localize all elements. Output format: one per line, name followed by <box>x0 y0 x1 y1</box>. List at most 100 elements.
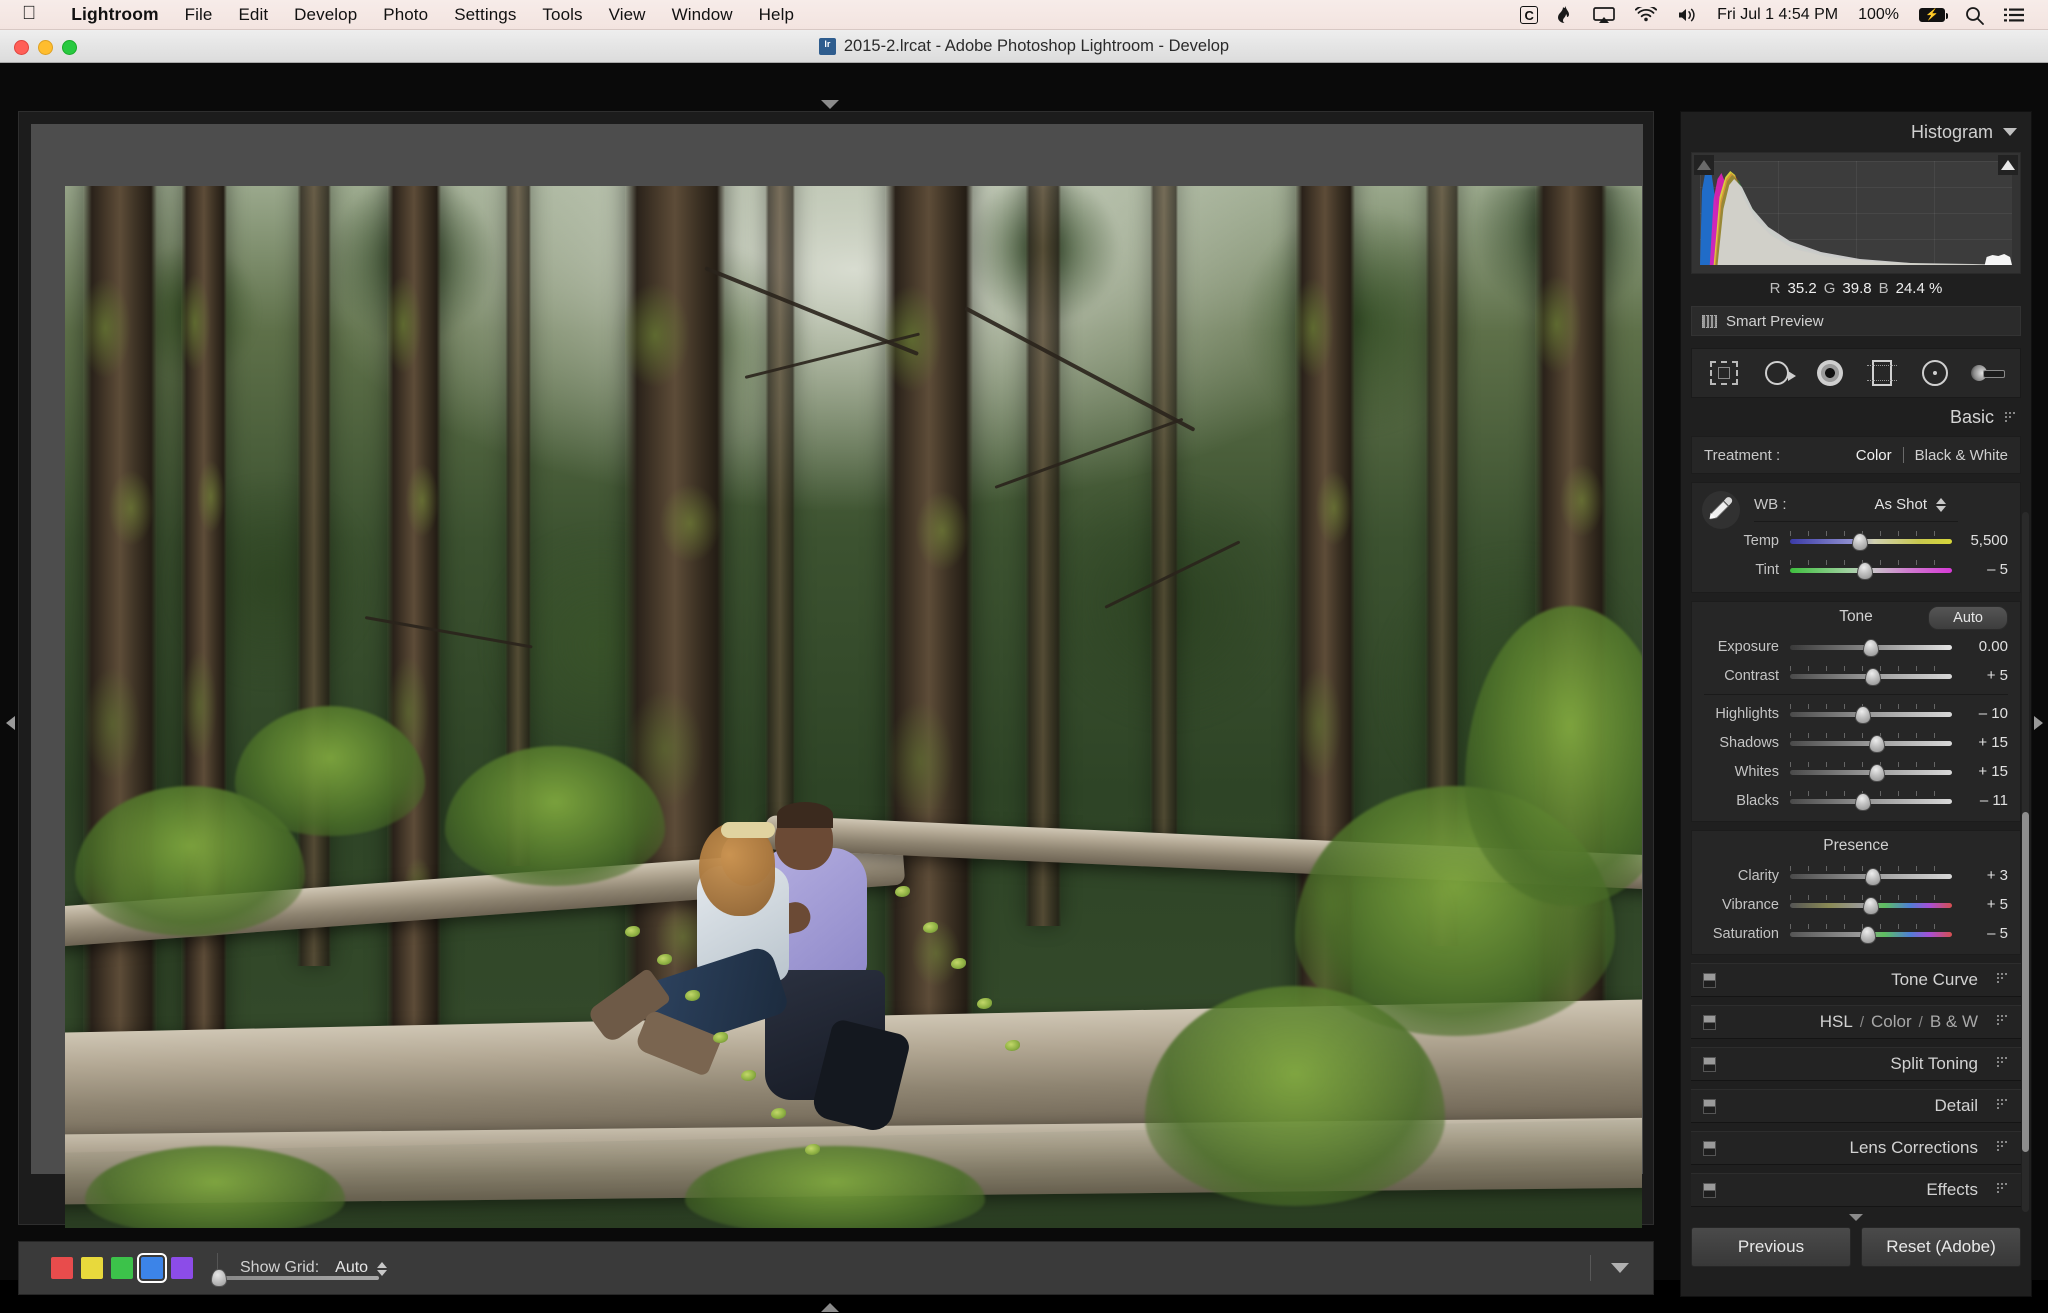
menu-item-tools[interactable]: Tools <box>529 5 595 25</box>
slider-vibrance[interactable]: Vibrance + 5 <box>1692 890 2020 919</box>
slider-shadows[interactable]: Shadows + 15 <box>1692 728 2020 757</box>
adjustment-brush-tool[interactable] <box>1969 356 2007 390</box>
slider-knob[interactable] <box>1856 561 1873 580</box>
slider-track-area[interactable] <box>1790 703 1952 724</box>
apple-logo-icon[interactable]:  <box>22 4 36 23</box>
slider-knob[interactable] <box>1864 667 1881 686</box>
panel-switch-icon[interactable] <box>1703 1098 1716 1114</box>
previous-button[interactable]: Previous <box>1691 1227 1851 1267</box>
slider-knob[interactable] <box>211 1269 227 1287</box>
slider-value[interactable]: + 15 <box>1952 763 2008 780</box>
slider-track-area[interactable] <box>1790 865 1952 886</box>
slider-knob[interactable] <box>1864 867 1881 886</box>
slider-saturation[interactable]: Saturation – 5 <box>1692 919 2020 948</box>
slider-temp[interactable]: Temp 5,500 <box>1692 526 2020 555</box>
histogram-widget[interactable] <box>1691 152 2021 274</box>
stepper-updown-icon[interactable] <box>377 1262 388 1276</box>
panel-detail[interactable]: Detail <box>1691 1089 2021 1123</box>
panel-switch-icon[interactable] <box>1703 1056 1716 1072</box>
swatch-yellow[interactable] <box>81 1257 103 1279</box>
panel-tone-curve[interactable]: Tone Curve <box>1691 963 2021 997</box>
slider-knob[interactable] <box>1859 925 1876 944</box>
white-balance-selector-icon[interactable] <box>1702 491 1740 529</box>
slider-value[interactable]: – 5 <box>1952 561 2008 578</box>
swatch-red[interactable] <box>51 1257 73 1279</box>
crop-overlay-tool[interactable] <box>1705 356 1743 390</box>
switch-fan-icon[interactable] <box>1996 1056 2009 1069</box>
battery-charging-icon[interactable]: ⚡ <box>1909 8 1955 22</box>
switch-fan-icon[interactable] <box>1996 1182 2009 1195</box>
show-grid-value[interactable]: Auto <box>335 1259 368 1277</box>
swatch-purple[interactable] <box>171 1257 193 1279</box>
highlight-clipping-icon[interactable] <box>1998 155 2018 175</box>
filmstrip-toggle[interactable] <box>0 1301 1660 1313</box>
stepper-updown-icon[interactable] <box>1936 498 1946 512</box>
menu-item-settings[interactable]: Settings <box>441 5 529 25</box>
slider-exposure[interactable]: Exposure 0.00 <box>1692 632 2020 661</box>
smart-preview-status[interactable]: Smart Preview <box>1691 306 2021 336</box>
switch-fan-icon[interactable] <box>1996 1014 2009 1027</box>
slider-whites[interactable]: Whites + 15 <box>1692 757 2020 786</box>
slider-highlights[interactable]: Highlights – 10 <box>1692 699 2020 728</box>
image-preview-area[interactable] <box>18 111 1654 1228</box>
slider-track-area[interactable] <box>1790 761 1952 782</box>
search-icon[interactable] <box>1955 6 1994 25</box>
c-badge-icon[interactable]: C <box>1510 6 1548 24</box>
slider-value[interactable]: 5,500 <box>1952 532 2008 549</box>
panel-tab-hsl[interactable]: HSL <box>1820 1012 1853 1032</box>
slider-value[interactable]: + 15 <box>1952 734 2008 751</box>
right-panel-toggle[interactable] <box>2030 683 2046 763</box>
radial-filter-tool[interactable] <box>1916 356 1954 390</box>
wb-row[interactable]: WB : As Shot <box>1692 489 2020 519</box>
slider-blacks[interactable]: Blacks – 11 <box>1692 786 2020 815</box>
slider-track-area[interactable] <box>1790 732 1952 753</box>
slider-value[interactable]: + 5 <box>1952 896 2008 913</box>
histogram-panel-header[interactable]: Histogram <box>1681 112 2031 152</box>
slider-track-area[interactable] <box>1790 637 1952 657</box>
slider-value[interactable]: – 10 <box>1952 705 2008 722</box>
menu-item-window[interactable]: Window <box>659 5 746 25</box>
slider-value[interactable]: – 5 <box>1952 925 2008 942</box>
panel-effects[interactable]: Effects <box>1691 1173 2021 1207</box>
menu-item-photo[interactable]: Photo <box>370 5 441 25</box>
panel-hsl-color-bw[interactable]: HSL / Color / B & W <box>1691 1005 2021 1039</box>
panel-tab-bw[interactable]: B & W <box>1930 1012 1978 1032</box>
switch-fan-icon[interactable] <box>1996 1098 2009 1111</box>
switch-fan-icon[interactable] <box>1996 972 2009 985</box>
volume-icon[interactable] <box>1667 7 1707 23</box>
wifi-icon[interactable] <box>1625 7 1667 23</box>
top-panel-toggle[interactable] <box>0 97 1660 111</box>
wb-value[interactable]: As Shot <box>1874 496 1946 513</box>
triangle-down-icon[interactable] <box>2003 128 2017 136</box>
airplay-icon[interactable] <box>1583 6 1625 24</box>
panel-switch-icon[interactable] <box>1703 972 1716 988</box>
slider-value[interactable]: 0.00 <box>1952 638 2008 655</box>
slider-track-area[interactable] <box>1790 894 1952 915</box>
switch-fan-icon[interactable] <box>1996 1140 2009 1153</box>
menu-item-help[interactable]: Help <box>746 5 807 25</box>
slider-track-area[interactable] <box>1790 665 1952 686</box>
slider-clarity[interactable]: Clarity + 3 <box>1692 861 2020 890</box>
develop-photo[interactable] <box>65 186 1642 1228</box>
menu-bar-clock[interactable]: Fri Jul 1 4:54 PM <box>1707 6 1848 24</box>
basic-panel-header[interactable]: Basic <box>1681 398 2031 436</box>
right-panel-scrollbar[interactable] <box>2022 512 2029 1212</box>
zoom-button[interactable] <box>62 40 77 55</box>
minimize-button[interactable] <box>38 40 53 55</box>
slider-knob[interactable] <box>1851 532 1868 551</box>
slider-knob[interactable] <box>1854 705 1871 724</box>
slider-value[interactable]: + 3 <box>1952 867 2008 884</box>
slider-value[interactable]: + 5 <box>1952 667 2008 684</box>
swatch-blue[interactable] <box>137 1253 167 1283</box>
grid-size-slider[interactable] <box>211 1269 379 1287</box>
auto-tone-button[interactable]: Auto <box>1928 606 2008 630</box>
red-eye-correction-tool[interactable] <box>1811 356 1849 390</box>
spot-removal-tool[interactable] <box>1758 356 1796 390</box>
flame-icon[interactable] <box>1548 5 1583 25</box>
panel-switch-icon[interactable] <box>1703 1014 1716 1030</box>
panel-switch-icon[interactable] <box>1703 1182 1716 1198</box>
close-button[interactable] <box>14 40 29 55</box>
panel-end-toggle[interactable] <box>1681 1209 2031 1225</box>
chevron-down-icon[interactable] <box>1611 1263 1629 1273</box>
panel-split-toning[interactable]: Split Toning <box>1691 1047 2021 1081</box>
